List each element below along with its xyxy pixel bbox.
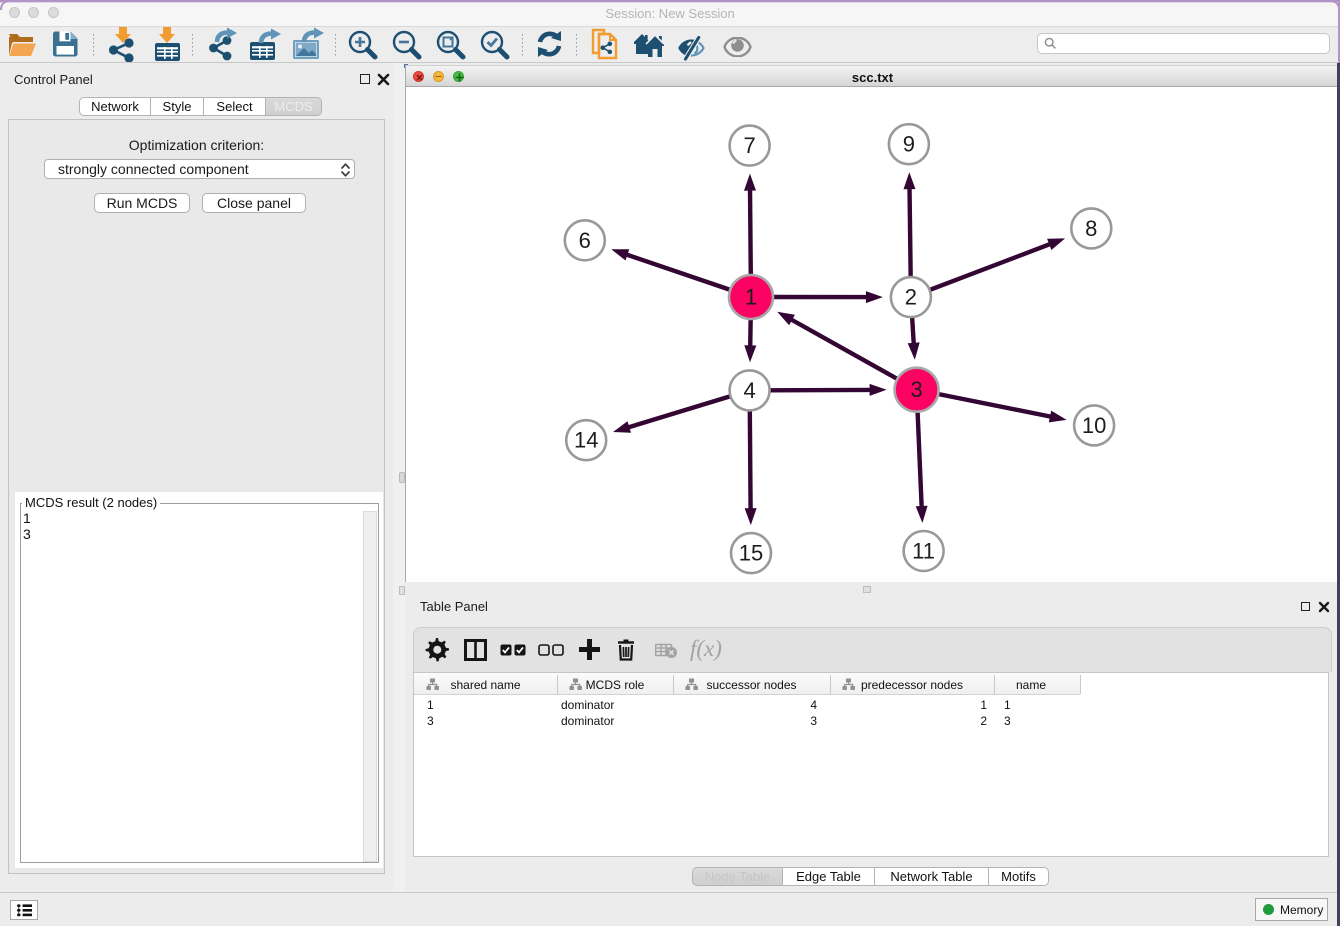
svg-text:15: 15 xyxy=(739,541,763,566)
svg-text:3: 3 xyxy=(910,377,922,402)
svg-text:11: 11 xyxy=(912,539,935,564)
svg-text:1: 1 xyxy=(745,285,757,310)
svg-text:7: 7 xyxy=(743,133,755,158)
svg-text:10: 10 xyxy=(1082,413,1106,438)
svg-text:2: 2 xyxy=(905,285,917,310)
svg-text:8: 8 xyxy=(1085,216,1097,241)
svg-text:4: 4 xyxy=(743,378,755,403)
svg-text:9: 9 xyxy=(903,132,915,157)
svg-text:6: 6 xyxy=(579,228,591,253)
svg-text:14: 14 xyxy=(574,428,598,453)
